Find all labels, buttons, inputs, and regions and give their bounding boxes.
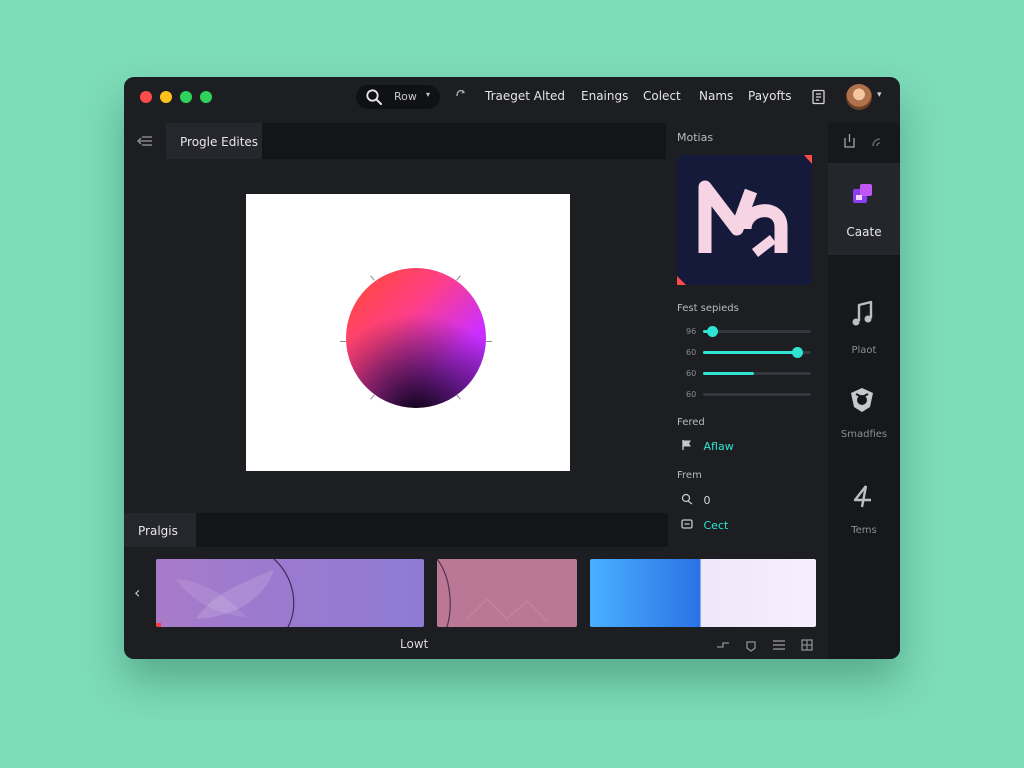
window-close-button[interactable]	[140, 91, 152, 103]
tab-profile-editor[interactable]: Progle Edites	[166, 123, 262, 159]
slider-fill	[703, 372, 754, 375]
nav-item-endings[interactable]: Enaings	[581, 89, 628, 103]
cursor-icon[interactable]	[454, 86, 468, 102]
transform-handle[interactable]	[456, 394, 461, 400]
leaf-pattern-icon	[176, 559, 295, 627]
slider-knob[interactable]	[706, 326, 718, 337]
menu-icon[interactable]	[772, 638, 786, 652]
layout-label: Lowt	[400, 637, 429, 651]
frem-section-title: Frem	[677, 470, 702, 481]
tab-plugins[interactable]: Pralgis	[124, 513, 196, 547]
search-label: Row	[394, 90, 417, 103]
wave-pattern-icon	[437, 559, 548, 627]
artboard-canvas[interactable]	[246, 194, 570, 471]
chevron-left-icon[interactable]: ‹	[134, 583, 140, 602]
fered-row[interactable]: Aflaw	[681, 439, 734, 453]
frem-row[interactable]: Cect	[681, 518, 728, 532]
link-icon	[681, 493, 693, 505]
chevron-down-icon[interactable]: ▾	[877, 90, 882, 100]
rail-label-smadfies: Smadfies	[840, 429, 888, 440]
panel-tab-bar: Pralgis	[124, 513, 668, 547]
fered-section-title: Fered	[677, 417, 705, 428]
transform-handle[interactable]	[486, 341, 492, 342]
slider-2[interactable]	[703, 347, 811, 358]
editor-tab-bar: Progle Edites	[166, 123, 666, 159]
avatar[interactable]	[846, 84, 872, 110]
transform-handle[interactable]	[370, 275, 375, 281]
sliders-section-title: Fest sepieds	[677, 303, 739, 314]
gradient-sphere[interactable]	[346, 268, 486, 408]
transform-handle[interactable]	[456, 275, 461, 281]
number-four-icon[interactable]	[850, 482, 876, 510]
signal-icon[interactable]	[870, 134, 884, 148]
frem-value: 0	[703, 494, 711, 507]
frem-row[interactable]: 0	[681, 493, 711, 507]
layers-icon	[853, 184, 872, 203]
title-bar: Row ▾ Traeget Alted Enaings Colect Nams …	[124, 77, 900, 117]
shield-icon[interactable]	[847, 385, 877, 415]
rail-label-create: Caate	[846, 225, 882, 239]
slider-fill	[703, 351, 797, 354]
document-icon[interactable]	[811, 89, 827, 105]
window-extra-button[interactable]	[200, 91, 212, 103]
grid-icon[interactable]	[800, 638, 814, 652]
rail-item-create[interactable]	[828, 163, 900, 255]
nav-item-names[interactable]: Nams	[699, 89, 733, 103]
app-window: Row ▾ Traeget Alted Enaings Colect Nams …	[124, 77, 900, 659]
properties-title: Motias	[677, 131, 714, 144]
nav-item-collect[interactable]: Colect	[643, 89, 681, 103]
template-thumbnail[interactable]	[156, 559, 424, 627]
transform-handle[interactable]	[370, 394, 375, 400]
brand-logo-icon	[677, 155, 812, 285]
marker-dot	[156, 623, 161, 627]
slider-label: 96	[686, 327, 697, 336]
template-thumbnail[interactable]	[437, 559, 577, 627]
fered-value: Aflaw	[703, 440, 734, 453]
slider-label: 60	[686, 390, 697, 399]
search-dropdown[interactable]: Row ▾	[356, 85, 440, 109]
window-maximize-button[interactable]	[180, 91, 192, 103]
template-thumbnail[interactable]	[590, 559, 816, 627]
slider-1[interactable]	[703, 326, 811, 337]
nav-item-target[interactable]: Traeget Alted	[485, 89, 565, 103]
transform-handle[interactable]	[340, 341, 346, 342]
slider-label: 60	[686, 348, 697, 357]
flag-icon	[682, 440, 691, 450]
gem-icon[interactable]	[744, 638, 758, 652]
slider-label: 60	[686, 369, 697, 378]
slider-3[interactable]	[703, 372, 811, 375]
rail-label-plot: Plaot	[851, 345, 877, 356]
crop-icon[interactable]	[716, 638, 730, 652]
search-icon	[366, 89, 382, 105]
logo-preview[interactable]	[677, 155, 812, 285]
export-icon[interactable]	[842, 133, 856, 149]
rail-label-tems: Tems	[851, 525, 877, 536]
chevron-down-icon: ▾	[426, 90, 431, 99]
music-note-icon[interactable]	[848, 299, 878, 329]
frem-value: Cect	[703, 519, 729, 532]
collapse-left-icon[interactable]	[136, 135, 154, 147]
frame-icon	[681, 519, 693, 529]
nav-item-payoffs[interactable]: Payofts	[748, 89, 791, 103]
window-minimize-button[interactable]	[160, 91, 172, 103]
slider-4[interactable]	[703, 393, 811, 396]
slider-knob[interactable]	[791, 347, 803, 358]
